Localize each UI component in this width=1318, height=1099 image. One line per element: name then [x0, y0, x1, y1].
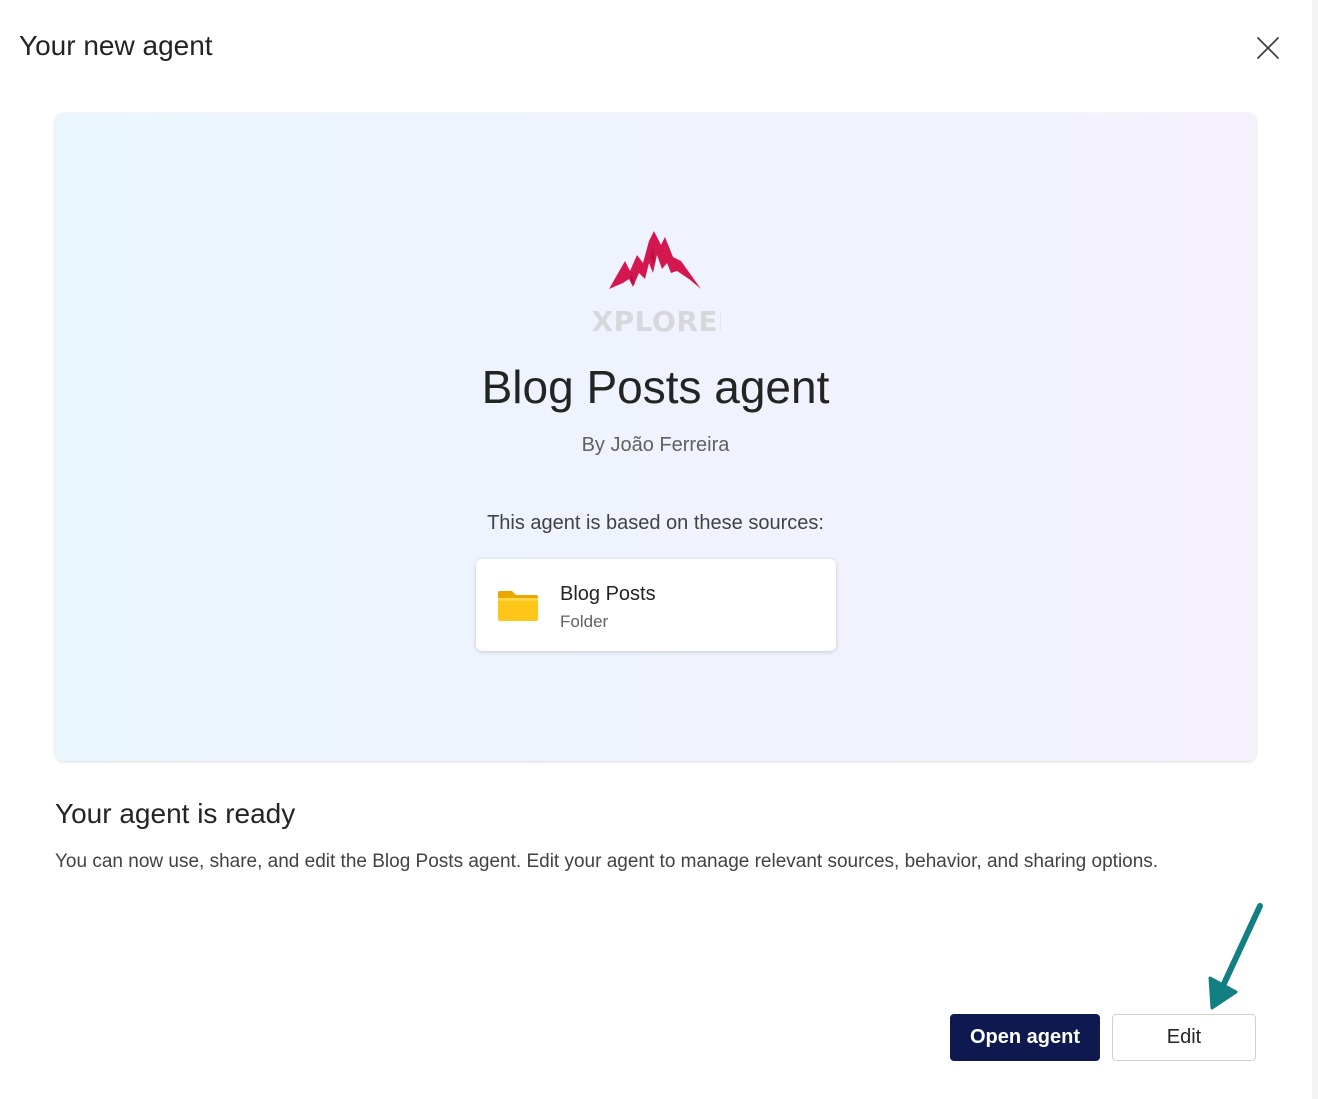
- close-icon: [1257, 37, 1279, 59]
- source-title: Blog Posts: [560, 583, 656, 605]
- annotation-arrow-icon: [1208, 903, 1263, 1010]
- ready-heading: Your agent is ready: [55, 798, 296, 829]
- scroll-edge: [1312, 0, 1318, 1099]
- agent-logo: EXPLORER: [591, 231, 721, 338]
- close-button[interactable]: [1250, 30, 1286, 66]
- source-type: Folder: [560, 612, 609, 631]
- open-agent-button[interactable]: Open agent: [950, 1014, 1100, 1061]
- agent-author: By João Ferreira: [581, 434, 730, 456]
- new-agent-dialog: Your new agent EXPLORER Blog Posts agent…: [0, 0, 1318, 1099]
- sources-label: This agent is based on these sources:: [487, 512, 824, 534]
- dialog-title: Your new agent: [19, 30, 213, 61]
- edit-button[interactable]: Edit: [1112, 1014, 1256, 1061]
- agent-name: Blog Posts agent: [481, 361, 830, 413]
- logo-text: EXPLORER: [591, 305, 721, 338]
- mountain-icon: [609, 231, 701, 289]
- source-card-blog-posts[interactable]: Blog Posts Folder: [476, 559, 836, 651]
- agent-hero-card: EXPLORER Blog Posts agent By João Ferrei…: [55, 113, 1256, 761]
- folder-icon: [498, 591, 538, 621]
- ready-description: You can now use, share, and edit the Blo…: [55, 851, 1159, 872]
